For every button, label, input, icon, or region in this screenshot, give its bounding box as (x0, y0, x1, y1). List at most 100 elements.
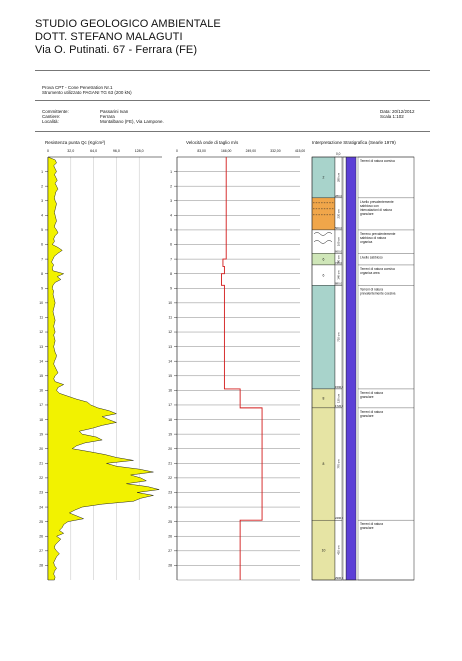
strat-base-depth: 280,0 (335, 194, 342, 198)
vs-x-tick: 415,00 (295, 149, 305, 153)
qc-depth-label: 19 (39, 432, 43, 436)
qc-area (47, 156, 160, 581)
qc-depth-label: 25 (39, 520, 43, 524)
qc-x-tick: 0 (47, 149, 49, 153)
vs-x-tick: 249,00 (246, 149, 256, 153)
strat-thickness-label: 130 cm (337, 393, 341, 403)
vs-chart: 0 83,00 166,00 249,00 332,00 415,001234567891… (168, 149, 305, 581)
strat-base-depth: 1720,0 (335, 404, 344, 408)
strat-description: Terreni di natura coesiva (360, 159, 395, 163)
vs-depth-label: 5 (170, 228, 172, 232)
qc-depth-label: 8 (41, 272, 43, 276)
strat-base-depth: 2490,0 (335, 516, 344, 520)
strat-depth-top: 0,0 (336, 152, 341, 156)
qc-depth-label: 24 (39, 505, 43, 509)
strat-thickness-label: 710 cm (337, 332, 341, 342)
vs-depth-label: 24 (168, 505, 172, 509)
strat-layer (311, 285, 336, 390)
qc-depth-label: 18 (39, 418, 43, 422)
qc-depth-label: 5 (41, 228, 43, 232)
qc-depth-label: 3 (41, 199, 43, 203)
strat-layer-number: 8 (323, 397, 325, 401)
vs-depth-label: 15 (168, 374, 172, 378)
qc-depth-label: 13 (39, 345, 43, 349)
qc-depth-label: 21 (39, 462, 43, 466)
vs-depth-label: 3 (170, 199, 172, 203)
cpt-figure: 0 32,0 64,0 96,0 128,01234567891011121314151… (39, 149, 415, 581)
vs-depth-label: 27 (168, 549, 172, 553)
qc-depth-label: 11 (39, 316, 43, 320)
strat-layer-number: 6 (323, 257, 325, 261)
vs-depth-label: 19 (168, 432, 172, 436)
strat-layer-number: 10 (322, 548, 326, 552)
strat-description: organica area (360, 271, 380, 275)
strat-thickness-label: 770 cm (337, 459, 341, 469)
qc-depth-label: 2 (41, 184, 43, 188)
vs-depth-label: 2 (170, 184, 172, 188)
vs-depth-label: 22 (168, 476, 172, 480)
stratigraphy-column: 0,0 2 280 cm 280,0 Terreni di natura coesiva… (311, 152, 415, 581)
qc-x-tick: 32,0 (67, 149, 74, 153)
qc-depth-label: 4 (41, 214, 43, 218)
qc-depth-label: 20 (39, 447, 43, 451)
strat-description: granulare (360, 212, 374, 216)
vs-depth-label: 13 (168, 345, 172, 349)
qc-depth-label: 22 (39, 476, 43, 480)
strat-base-depth: 1590,0 (335, 385, 344, 389)
vs-x-tick: 332,00 (270, 149, 280, 153)
qc-depth-label: 16 (39, 389, 43, 393)
qc-depth-label: 23 (39, 491, 43, 495)
qc-x-tick: 128,0 (135, 149, 144, 153)
vs-depth-label: 10 (168, 301, 172, 305)
strat-base-depth: 880,0 (335, 281, 342, 285)
qc-depth-label: 17 (39, 403, 43, 407)
vs-x-tick: 83,00 (197, 149, 206, 153)
vs-depth-label: 21 (168, 462, 172, 466)
strat-layer (311, 197, 336, 231)
vs-depth-label: 7 (170, 257, 172, 261)
qc-depth-label: 6 (41, 243, 43, 247)
qc-depth-label: 7 (41, 257, 43, 261)
vs-depth-label: 11 (168, 316, 172, 320)
strat-thickness-label: 160 cm (337, 236, 341, 246)
vs-depth-label: 9 (170, 286, 172, 290)
vs-depth-label: 18 (168, 418, 172, 422)
vs-depth-label: 20 (168, 447, 172, 451)
vs-depth-label: 14 (168, 359, 172, 363)
vs-depth-label: 28 (168, 564, 172, 568)
strat-description: granulare (360, 526, 374, 530)
vs-x-tick: 166,00 (221, 149, 231, 153)
vs-depth-label: 26 (168, 534, 172, 538)
qc-depth-label: 9 (41, 286, 43, 290)
qc-depth-label: 28 (39, 564, 43, 568)
strat-base-depth: 660,0 (335, 249, 342, 253)
qc-depth-label: 15 (39, 374, 43, 378)
strat-thickness-label: 410 cm (337, 545, 341, 555)
qc-x-tick: 64,0 (90, 149, 97, 153)
strat-description: prevalentemente coesiva (360, 291, 396, 295)
vs-depth-label: 4 (170, 214, 172, 218)
vs-depth-label: 8 (170, 272, 172, 276)
qc-depth-label: 26 (39, 534, 43, 538)
qc-depth-label: 12 (39, 330, 43, 334)
qc-depth-label: 27 (39, 549, 43, 553)
qc-depth-label: 1 (41, 170, 43, 174)
strat-layer-number: 8 (323, 462, 325, 466)
strat-description: organica (360, 240, 372, 244)
qc-depth-label: 10 (39, 301, 43, 305)
vs-x-tick: 0 (176, 149, 178, 153)
qc-depth-label: 14 (39, 359, 43, 363)
strat-base-depth: 740,0 (335, 261, 342, 265)
qc-chart: 0 32,0 64,0 96,0 128,01234567891011121314151… (39, 149, 162, 581)
strat-purple-column (345, 156, 357, 581)
strat-thickness-label: 280 cm (337, 172, 341, 182)
strat-layer-number: 2 (323, 176, 325, 180)
qc-x-tick: 96,0 (113, 149, 120, 153)
strat-layer-number: 6 (323, 273, 325, 277)
strat-description: Livello sabbioso (360, 255, 383, 259)
vs-step-line (221, 157, 263, 580)
strat-base-depth: 500,0 (335, 226, 342, 230)
strat-description: granulare (360, 414, 374, 418)
vs-depth-label: 25 (168, 520, 172, 524)
vs-depth-label: 6 (170, 243, 172, 247)
